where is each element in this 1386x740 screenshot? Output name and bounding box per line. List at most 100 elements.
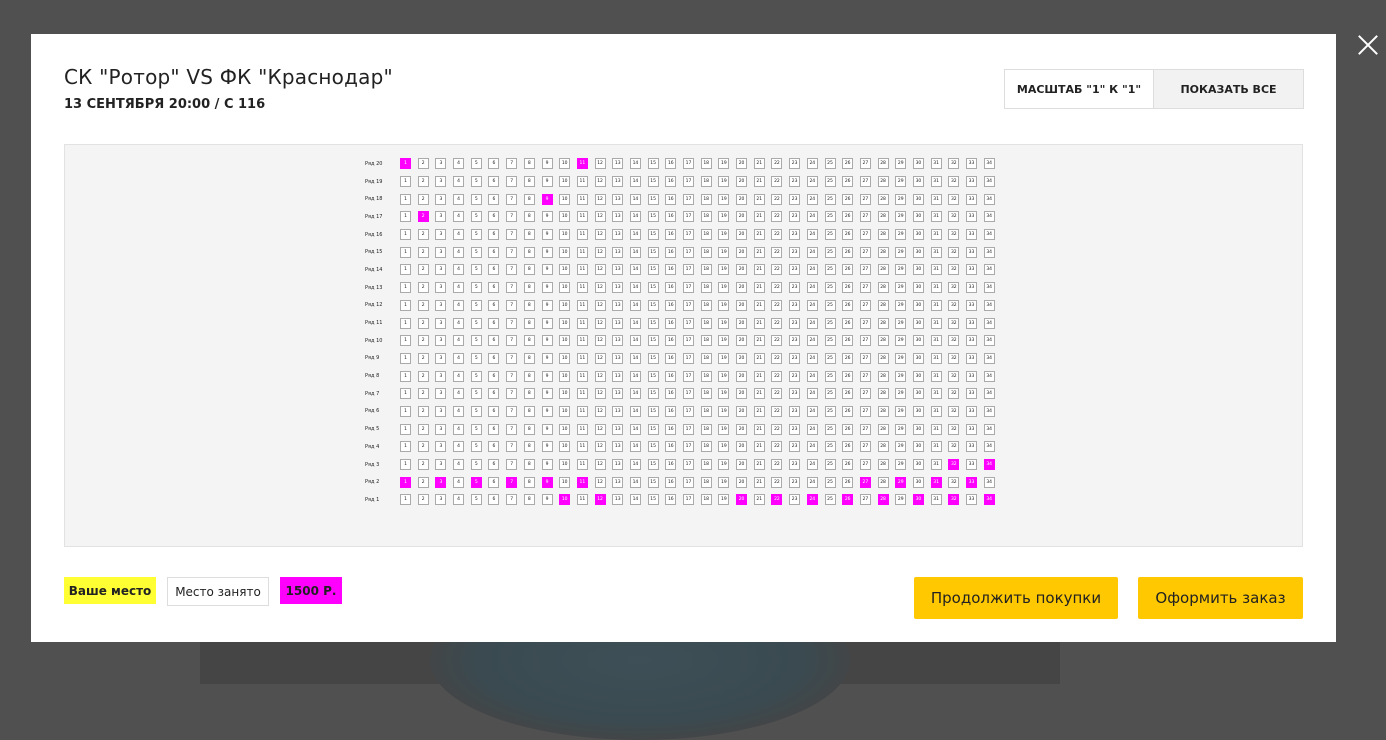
seat[interactable]: 25 <box>824 459 836 471</box>
seat[interactable]: 19 <box>718 494 730 506</box>
seat[interactable]: 32 <box>948 282 960 294</box>
seat[interactable]: 23 <box>789 352 801 364</box>
seat[interactable]: 19 <box>718 193 730 205</box>
seat[interactable]: 14 <box>629 229 641 241</box>
seat[interactable]: 5 <box>470 494 482 506</box>
seat[interactable]: 1 <box>400 193 411 205</box>
seat[interactable]: 17 <box>683 388 694 400</box>
seat[interactable]: 34 <box>983 211 995 223</box>
seat[interactable]: 31 <box>930 370 942 382</box>
seat[interactable]: 27 <box>859 176 871 188</box>
seat[interactable]: 25 <box>824 229 836 241</box>
seat[interactable]: 22 <box>771 282 783 294</box>
seat[interactable]: 17 <box>683 264 694 276</box>
seat[interactable]: 31 <box>930 335 942 347</box>
seat[interactable]: 34 <box>983 352 995 364</box>
seat[interactable]: 34 <box>983 176 995 188</box>
seat[interactable]: 11 <box>576 441 588 453</box>
seat[interactable]: 20 <box>736 405 748 417</box>
seat[interactable]: 14 <box>629 282 641 294</box>
seat[interactable]: 23 <box>789 299 801 311</box>
seat[interactable]: 23 <box>789 211 801 223</box>
seat[interactable]: 2 <box>417 282 429 294</box>
seat[interactable]: 4 <box>453 158 465 170</box>
seat[interactable]: 20 <box>736 494 748 506</box>
seat[interactable]: 15 <box>647 317 659 329</box>
seat[interactable]: 10 <box>559 246 571 258</box>
seat[interactable]: 13 <box>612 211 624 223</box>
seat[interactable]: 6 <box>488 352 500 364</box>
seat[interactable]: 15 <box>647 352 659 364</box>
seat[interactable]: 10 <box>559 352 571 364</box>
seat[interactable]: 32 <box>948 370 960 382</box>
seat[interactable]: 16 <box>665 352 677 364</box>
seat[interactable]: 15 <box>647 370 659 382</box>
seat[interactable]: 16 <box>665 246 677 258</box>
seat[interactable]: 12 <box>594 193 606 205</box>
seat[interactable]: 27 <box>859 335 871 347</box>
seat[interactable]: 29 <box>895 246 907 258</box>
seat[interactable]: 18 <box>700 193 712 205</box>
seat[interactable]: 28 <box>877 476 889 488</box>
seat[interactable]: 10 <box>559 176 571 188</box>
seat[interactable]: 28 <box>877 441 889 453</box>
seat[interactable]: 6 <box>488 405 500 417</box>
seat[interactable]: 34 <box>983 282 995 294</box>
seat[interactable]: 7 <box>506 317 518 329</box>
seat[interactable]: 29 <box>895 282 907 294</box>
seat[interactable]: 26 <box>842 246 854 258</box>
seat[interactable]: 1 <box>400 476 411 488</box>
seat[interactable]: 31 <box>930 441 942 453</box>
seat[interactable]: 2 <box>417 352 429 364</box>
seat[interactable]: 19 <box>718 158 730 170</box>
seat[interactable]: 13 <box>612 229 624 241</box>
seat[interactable]: 33 <box>966 264 977 276</box>
seat[interactable]: 4 <box>453 335 465 347</box>
seat[interactable]: 8 <box>523 459 535 471</box>
seat[interactable]: 24 <box>806 158 818 170</box>
seat[interactable]: 22 <box>771 229 783 241</box>
seat[interactable]: 24 <box>806 335 818 347</box>
seat[interactable]: 17 <box>683 299 694 311</box>
seat[interactable]: 17 <box>683 158 694 170</box>
seat[interactable]: 26 <box>842 229 854 241</box>
seat[interactable]: 7 <box>506 352 518 364</box>
seat[interactable]: 11 <box>576 264 588 276</box>
seat[interactable]: 6 <box>488 299 500 311</box>
seat[interactable]: 29 <box>895 370 907 382</box>
seat[interactable]: 2 <box>417 193 429 205</box>
seat[interactable]: 7 <box>506 388 518 400</box>
seat[interactable]: 25 <box>824 370 836 382</box>
seat[interactable]: 31 <box>930 388 942 400</box>
seat[interactable]: 19 <box>718 423 730 435</box>
seat[interactable]: 8 <box>523 176 535 188</box>
seat[interactable]: 17 <box>683 282 694 294</box>
seat[interactable]: 14 <box>629 405 641 417</box>
seat[interactable]: 20 <box>736 352 748 364</box>
seat[interactable]: 16 <box>665 193 677 205</box>
seat[interactable]: 21 <box>753 335 765 347</box>
seat[interactable]: 22 <box>771 211 783 223</box>
seat[interactable]: 18 <box>700 246 712 258</box>
seat[interactable]: 13 <box>612 370 624 382</box>
seat[interactable]: 5 <box>470 211 482 223</box>
seat[interactable]: 28 <box>877 176 889 188</box>
seat[interactable]: 15 <box>647 282 659 294</box>
seat[interactable]: 21 <box>753 423 765 435</box>
seat[interactable]: 23 <box>789 476 801 488</box>
seat[interactable]: 29 <box>895 388 907 400</box>
seat[interactable]: 15 <box>647 229 659 241</box>
seat[interactable]: 13 <box>612 299 624 311</box>
seat[interactable]: 21 <box>753 193 765 205</box>
seat[interactable]: 19 <box>718 388 730 400</box>
seat[interactable]: 24 <box>806 423 818 435</box>
seat[interactable]: 5 <box>470 264 482 276</box>
seat[interactable]: 33 <box>966 299 977 311</box>
seat[interactable]: 33 <box>966 335 977 347</box>
seat[interactable]: 5 <box>470 352 482 364</box>
seat[interactable]: 34 <box>983 459 995 471</box>
seat[interactable]: 28 <box>877 370 889 382</box>
seat[interactable]: 15 <box>647 494 659 506</box>
seat[interactable]: 25 <box>824 176 836 188</box>
seat[interactable]: 32 <box>948 193 960 205</box>
